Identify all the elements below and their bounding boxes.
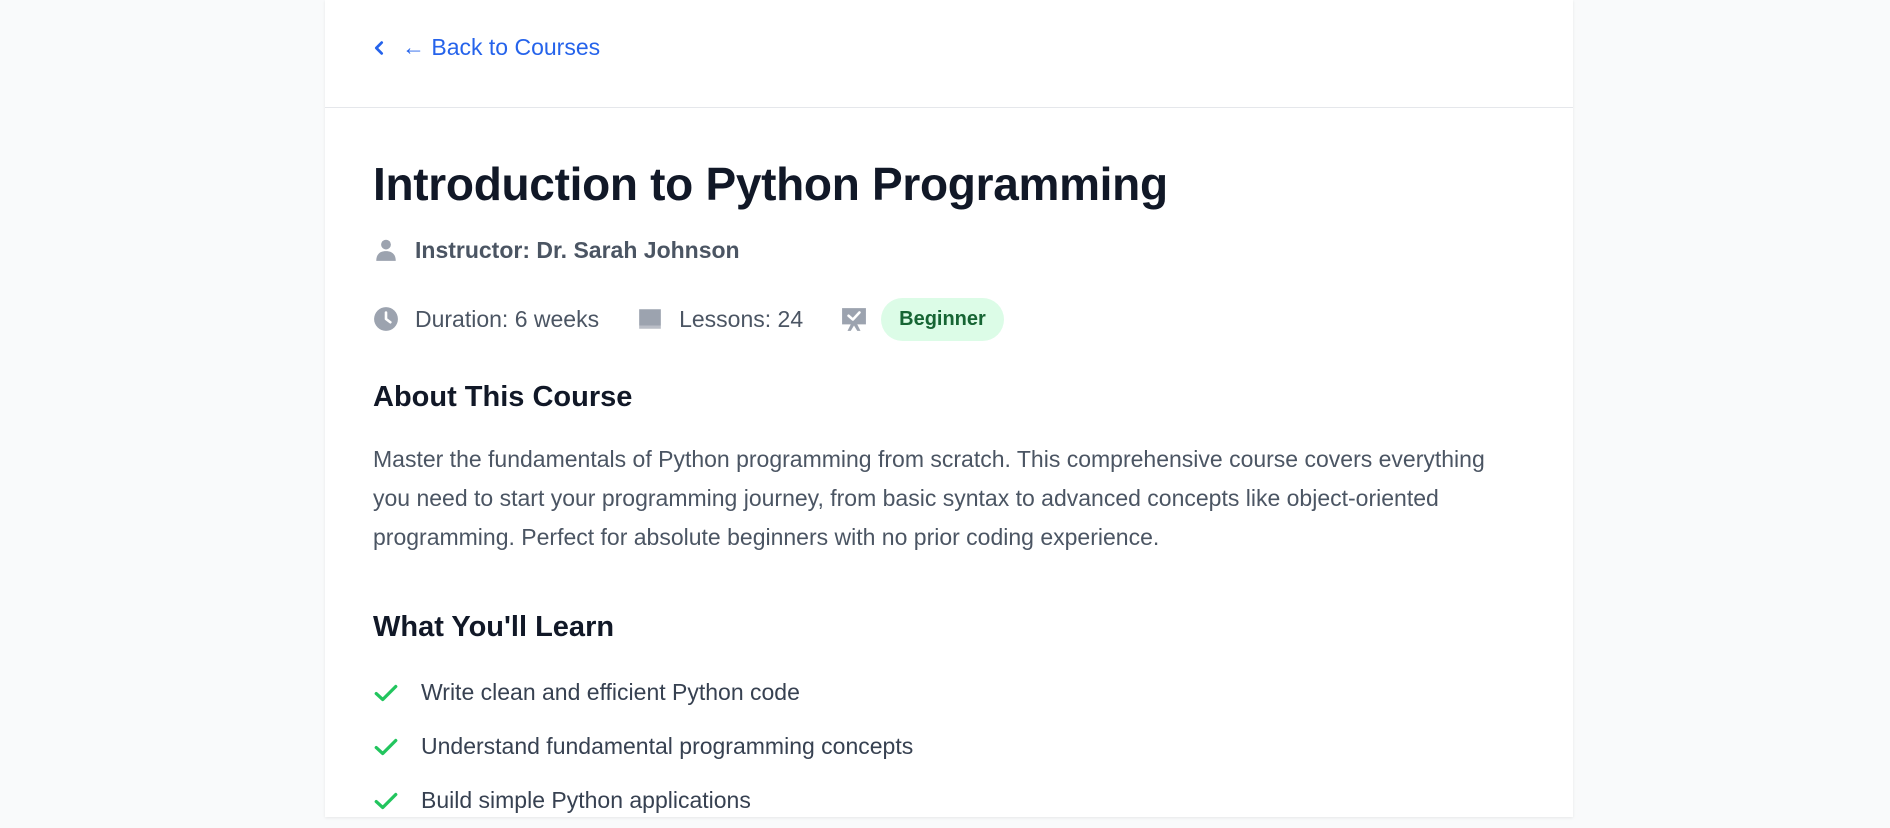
duration-text: Duration: 6 weeks: [415, 305, 600, 332]
learn-heading: What You'll Learn: [373, 610, 615, 643]
learn-item-text: Write clean and efficient Python code: [421, 679, 800, 706]
user-icon: [373, 237, 399, 263]
check-icon: [373, 788, 399, 814]
learn-item: Build simple Python applications: [373, 774, 1525, 828]
badge-check-icon: [841, 306, 867, 332]
lessons-item: Lessons: 24: [637, 306, 803, 333]
clock-icon: [373, 306, 399, 332]
check-icon: [373, 680, 399, 706]
top-bar: ← Back to Courses: [325, 0, 1573, 108]
back-to-courses-link[interactable]: ← Back to Courses: [370, 34, 600, 61]
learn-item-text: Build simple Python applications: [421, 787, 751, 814]
learn-item: Understand fundamental programming conce…: [373, 720, 1525, 774]
lessons-text: Lessons: 24: [679, 305, 804, 332]
back-link-label: ← Back to Courses: [402, 34, 601, 60]
course-content: Introduction to Python Programming Instr…: [325, 108, 1573, 828]
course-title: Introduction to Python Programming: [373, 158, 1168, 210]
instructor-name: Instructor: Dr. Sarah Johnson: [415, 236, 740, 263]
chevron-left-icon: [370, 39, 388, 57]
book-icon: [637, 306, 663, 332]
course-detail-card: ← Back to Courses Introduction to Python…: [325, 0, 1573, 817]
learn-item: Write clean and efficient Python code: [373, 666, 1525, 720]
level-badge: Beginner: [881, 297, 1004, 341]
about-heading: About This Course: [373, 380, 633, 413]
check-icon: [373, 734, 399, 760]
level-item: Beginner: [841, 297, 1004, 341]
learn-list: Write clean and efficient Python code Un…: [373, 666, 1525, 828]
about-description: Master the fundamentals of Python progra…: [373, 445, 1485, 550]
course-meta: Duration: 6 weeks Lessons: 24 Beginner: [373, 297, 1525, 341]
duration-item: Duration: 6 weeks: [373, 306, 599, 333]
instructor-row: Instructor: Dr. Sarah Johnson: [373, 237, 1525, 264]
learn-item-text: Understand fundamental programming conce…: [421, 733, 914, 760]
